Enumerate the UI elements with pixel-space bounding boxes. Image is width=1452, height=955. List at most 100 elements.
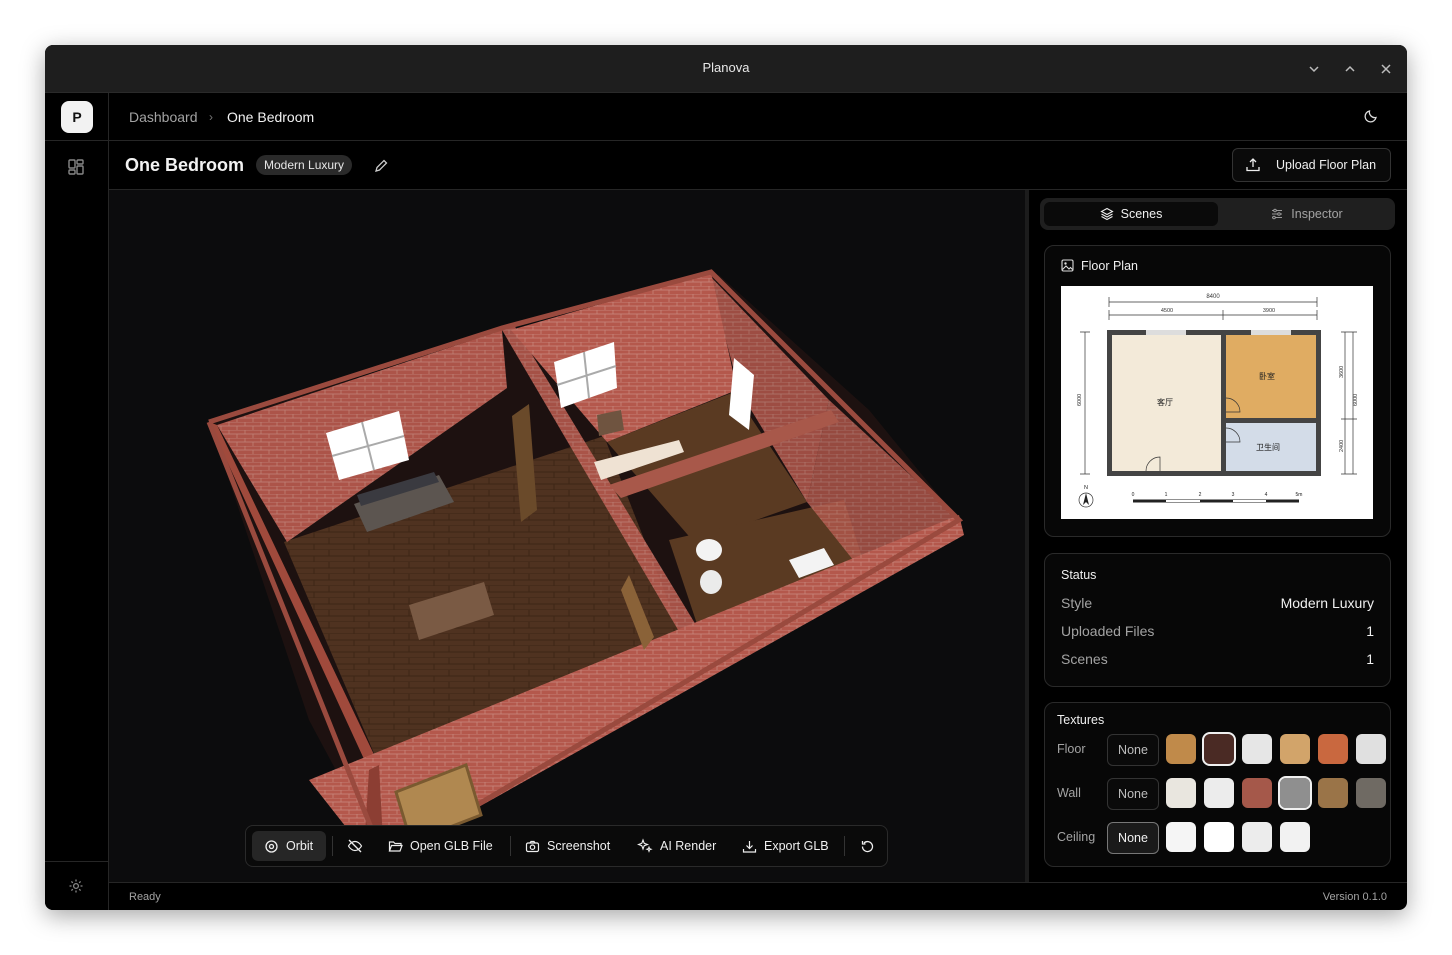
- screenshot-button[interactable]: Screenshot: [525, 831, 620, 861]
- floor-plan-drawing: 8400 4500 3900 6000 6000 3600 2400 客厅 卧室…: [1077, 294, 1359, 508]
- wall-texture-swatch[interactable]: [1242, 778, 1272, 808]
- tab-inspector-label: Inspector: [1291, 207, 1343, 221]
- sliders-icon: [1272, 208, 1283, 220]
- north-arrow-icon: [1083, 493, 1089, 505]
- floor-plan-card: Floor Plan 8400 4500 3900 6000 6000 3600…: [1044, 245, 1391, 537]
- eye-off-icon: [347, 839, 363, 853]
- ceiling-texture-swatch[interactable]: [1280, 822, 1310, 852]
- 3d-viewport[interactable]: [109, 190, 1025, 882]
- floor-texture-swatch[interactable]: [1202, 732, 1236, 766]
- status-ready: Ready: [129, 891, 161, 903]
- app-logo[interactable]: P: [61, 101, 93, 133]
- pencil-icon: [375, 159, 388, 172]
- nav-rail: P: [45, 93, 109, 910]
- tab-inspector[interactable]: Inspector: [1222, 202, 1391, 226]
- close-icon: [1381, 64, 1391, 74]
- page-header: One Bedroom Modern Luxury Upload Floor P…: [109, 141, 1407, 190]
- wall-texture-label: Wall: [1057, 786, 1081, 800]
- viewport-toolbar: Orbit Open GLB File Screenshot AI Render…: [245, 825, 888, 867]
- tab-scenes[interactable]: Scenes: [1044, 202, 1218, 226]
- ai-render-button[interactable]: AI Render: [637, 831, 722, 861]
- scale-tick-1: 1: [1165, 492, 1168, 498]
- status-style-label: Style: [1061, 595, 1093, 611]
- toggle-visibility-button[interactable]: [342, 831, 368, 861]
- floor-texture-swatch[interactable]: [1242, 734, 1272, 764]
- room-bathroom: 卫生间: [1256, 442, 1280, 452]
- floor-plan-title: Floor Plan: [1081, 259, 1138, 273]
- wall-none-button[interactable]: None: [1107, 778, 1159, 810]
- reset-view-button[interactable]: [854, 831, 880, 861]
- dashboard-nav-button[interactable]: [67, 158, 85, 181]
- status-row-scenes: Scenes 1: [1061, 651, 1374, 667]
- upload-floor-plan-button[interactable]: Upload Floor Plan: [1232, 148, 1391, 182]
- image-icon: [1061, 259, 1074, 272]
- breadcrumb-current: One Bedroom: [227, 109, 315, 125]
- floor-texture-swatch[interactable]: [1280, 734, 1310, 764]
- dim-depth-left: 6000: [1077, 394, 1083, 406]
- panel-tabs: Scenes Inspector: [1040, 198, 1395, 230]
- north-label: N: [1084, 485, 1088, 491]
- ceiling-texture-swatch[interactable]: [1166, 822, 1196, 852]
- open-glb-button[interactable]: Open GLB File: [388, 831, 498, 861]
- sparkles-icon: [637, 838, 653, 853]
- settings-button[interactable]: [68, 878, 84, 899]
- textures-title: Textures: [1057, 713, 1105, 727]
- textures-card: Textures Floor None Wall None Ceiling No…: [1044, 702, 1391, 867]
- title-bar: Planova: [45, 45, 1407, 93]
- style-badge: Modern Luxury: [256, 155, 353, 175]
- download-icon: [742, 840, 757, 853]
- wall-texture-swatch[interactable]: [1318, 778, 1348, 808]
- dim-left-width: 4500: [1161, 308, 1173, 314]
- app-window: Planova P Dashboard › One Bedroom One Be…: [45, 45, 1407, 910]
- ceiling-texture-swatch[interactable]: [1242, 822, 1272, 852]
- edit-title-button[interactable]: [374, 158, 389, 178]
- maximize-button[interactable]: [1338, 57, 1362, 81]
- status-card: Status Style Modern Luxury Uploaded File…: [1044, 553, 1391, 687]
- ceiling-texture-label: Ceiling: [1057, 830, 1096, 844]
- floor-none-button[interactable]: None: [1107, 734, 1159, 766]
- close-button[interactable]: [1374, 57, 1398, 81]
- wall-texture-swatch[interactable]: [1166, 778, 1196, 808]
- chevron-down-icon: [1309, 66, 1319, 73]
- room-living: 客厅: [1157, 397, 1173, 407]
- dim-right-width: 3900: [1263, 308, 1275, 314]
- wall-texture-swatch[interactable]: [1204, 778, 1234, 808]
- status-style-value: Modern Luxury: [1280, 595, 1374, 611]
- orbit-button[interactable]: Orbit: [252, 831, 326, 861]
- status-files-label: Uploaded Files: [1061, 623, 1155, 639]
- breadcrumb-dashboard[interactable]: Dashboard: [129, 109, 198, 125]
- room-3d-render[interactable]: [109, 190, 1025, 882]
- camera-icon: [525, 840, 540, 852]
- ceiling-none-button[interactable]: None: [1107, 822, 1159, 854]
- status-title: Status: [1061, 568, 1097, 582]
- rotate-ccw-icon: [861, 840, 873, 852]
- room-bedroom: 卧室: [1259, 371, 1275, 381]
- ai-render-label: AI Render: [660, 839, 717, 853]
- tab-scenes-label: Scenes: [1120, 207, 1163, 221]
- status-row-style: Style Modern Luxury: [1061, 595, 1374, 611]
- upload-label: Upload Floor Plan: [1276, 158, 1377, 172]
- floor-texture-swatch[interactable]: [1318, 734, 1348, 764]
- page-title: One Bedroom: [125, 155, 245, 175]
- floor-texture-swatch[interactable]: [1166, 734, 1196, 764]
- top-bar: Dashboard › One Bedroom: [109, 93, 1407, 141]
- version-label: Version 0.1.0: [1322, 891, 1387, 903]
- floor-plan-image[interactable]: 8400 4500 3900 6000 6000 3600 2400 客厅 卧室…: [1061, 286, 1373, 519]
- export-glb-button[interactable]: Export GLB: [742, 831, 834, 861]
- status-scenes-value: 1: [1366, 651, 1374, 667]
- wall-texture-swatch[interactable]: [1356, 778, 1386, 808]
- window-title: Planova: [702, 60, 750, 75]
- side-panel: Scenes Inspector Floor Plan 8400 4500 39…: [1029, 190, 1407, 882]
- dashboard-icon: [68, 159, 84, 175]
- status-row-uploaded-files: Uploaded Files 1: [1061, 623, 1374, 639]
- settings-icon: [69, 879, 83, 893]
- wall-texture-swatch[interactable]: [1278, 776, 1312, 810]
- status-bar: Ready Version 0.1.0: [109, 882, 1407, 910]
- ceiling-texture-swatch[interactable]: [1204, 822, 1234, 852]
- moon-icon: [1364, 110, 1377, 123]
- minimize-button[interactable]: [1302, 57, 1326, 81]
- export-glb-label: Export GLB: [764, 839, 829, 853]
- theme-toggle-button[interactable]: [1363, 108, 1379, 129]
- status-scenes-label: Scenes: [1061, 651, 1108, 667]
- floor-texture-swatch[interactable]: [1356, 734, 1386, 764]
